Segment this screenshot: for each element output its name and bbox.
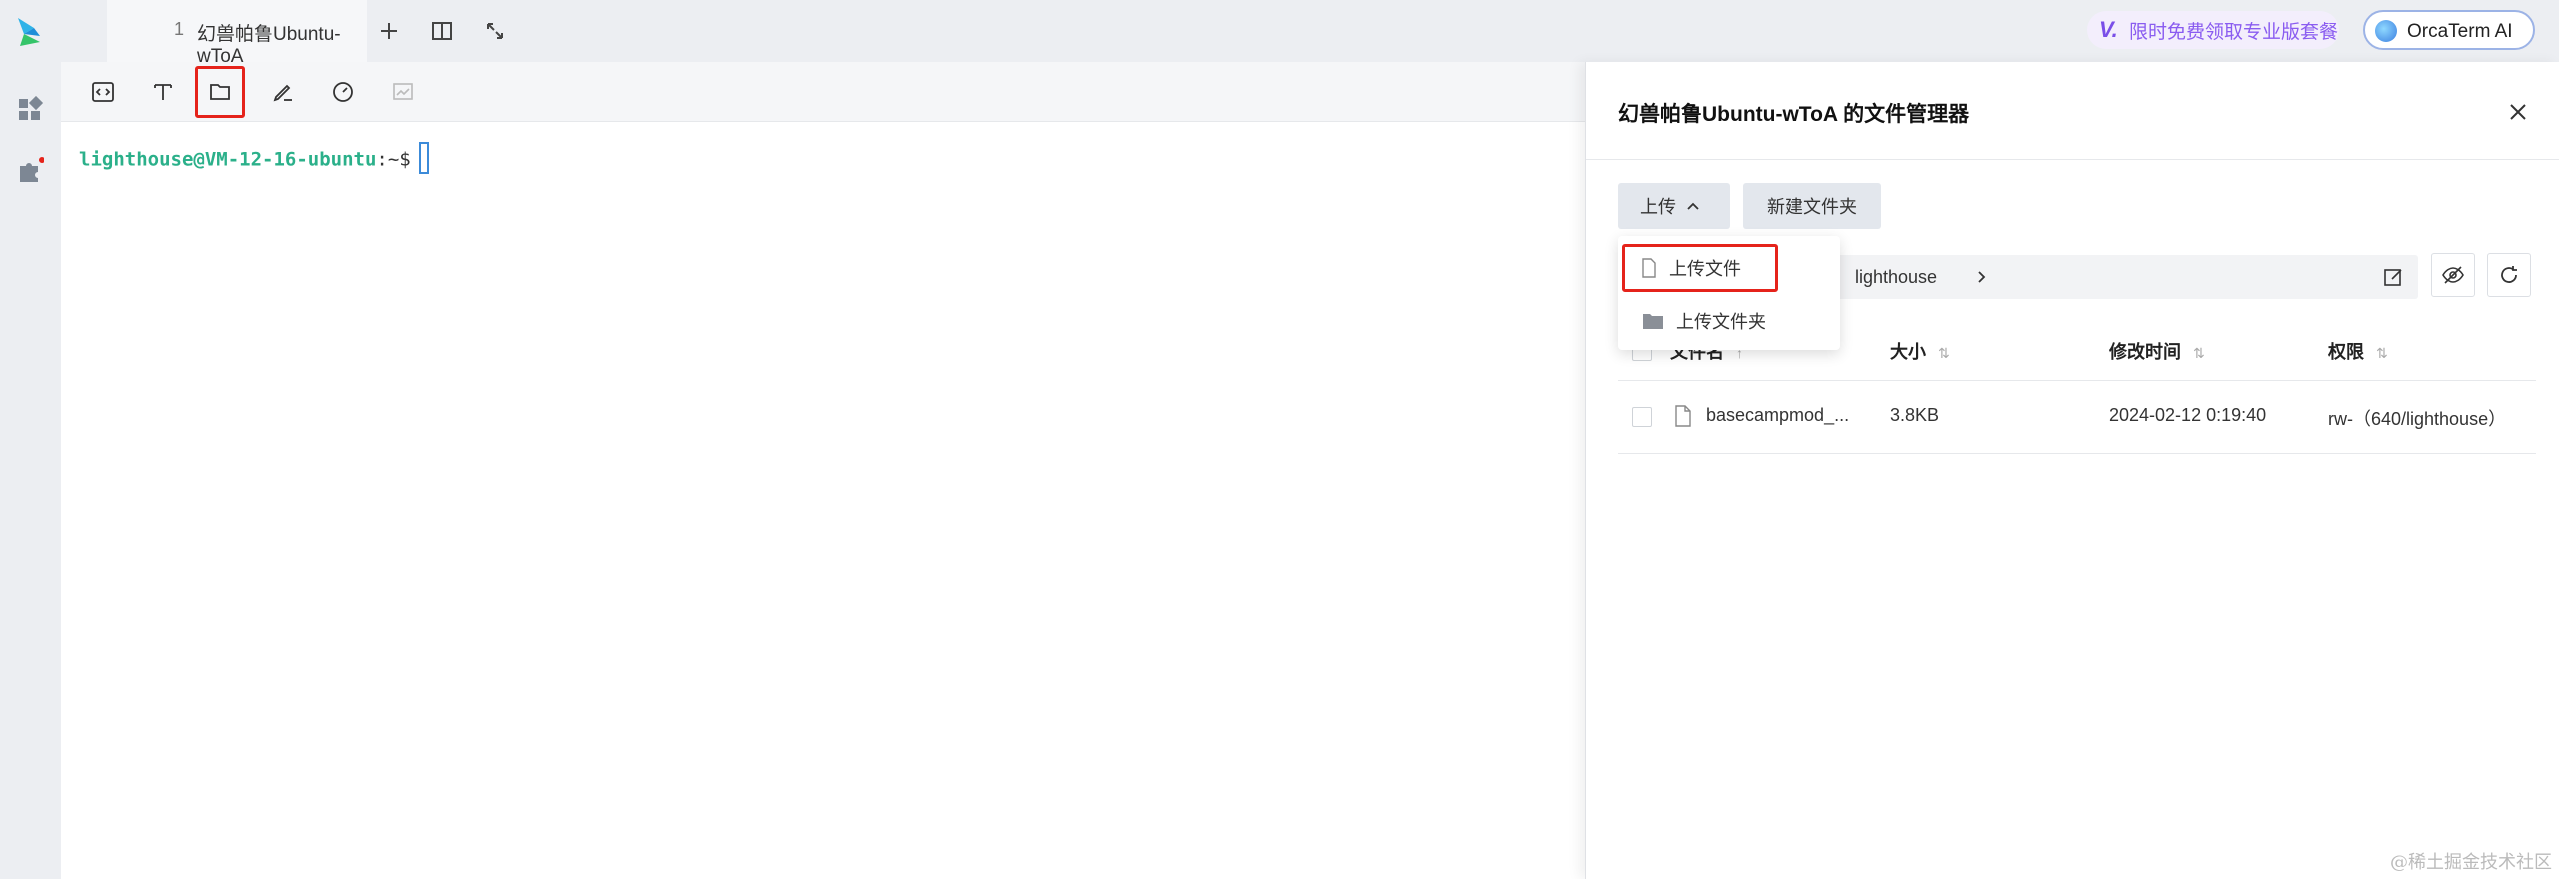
edit-path-icon[interactable] [2383, 266, 2405, 288]
file-size: 3.8KB [1890, 405, 1940, 425]
split-icon [432, 22, 452, 40]
terminal-prompt: lighthouse@VM-12-16-ubuntu:~$ [79, 142, 429, 176]
prompt-user: lighthouse@VM-12-16-ubuntu [79, 148, 377, 171]
monitor-button[interactable] [323, 72, 363, 112]
sort-icon: ⇅ [2376, 345, 2388, 361]
file-icon [1642, 258, 1656, 278]
upload-button[interactable]: 上传 [1618, 183, 1730, 229]
terminal-pane[interactable]: lighthouse@VM-12-16-ubuntu:~$ [61, 62, 1585, 879]
upload-file-option[interactable]: 上传文件 [1622, 244, 1778, 292]
eye-off-icon [2442, 266, 2464, 284]
folder-icon [210, 84, 230, 100]
row-divider [1618, 453, 2536, 454]
upload-label: 上传 [1640, 197, 1676, 217]
promo-text: 限时免费领取专业版套餐 [2129, 21, 2339, 43]
file-modified: 2024-02-12 0:19:40 [2109, 405, 2267, 425]
code-snippet-button[interactable] [83, 72, 123, 112]
refresh-button[interactable] [2487, 253, 2531, 297]
chevron-up-icon [1687, 202, 1699, 210]
column-label: 大小 [1890, 342, 1926, 362]
file-manager-button[interactable] [195, 66, 245, 118]
file-manager-title: 幻兽帕鲁Ubuntu-wToA 的文件管理器 [1618, 103, 1970, 126]
edit-button[interactable] [263, 72, 303, 112]
sort-icon: ⇅ [2193, 345, 2205, 361]
row-checkbox[interactable] [1632, 407, 1652, 427]
refresh-icon [2501, 266, 2517, 283]
tab-session[interactable]: 1 幻兽帕鲁Ubuntu-wToA [107, 0, 367, 67]
file-name[interactable]: basecampmod_... [1706, 405, 1849, 426]
sort-icon: ⇅ [1938, 345, 1950, 361]
close-icon[interactable] [2504, 98, 2532, 126]
chevron-right-icon [1978, 271, 1986, 283]
tab-number: 1 [174, 19, 185, 39]
upload-file-label: 上传文件 [1669, 259, 1741, 279]
dashboard-icon[interactable] [16, 96, 44, 124]
new-folder-button[interactable]: 新建文件夹 [1743, 183, 1881, 229]
left-rail [0, 0, 61, 879]
pencil-icon [273, 84, 292, 102]
text-tool-button[interactable] [143, 72, 183, 112]
expand-icon [487, 23, 503, 39]
column-header-modified[interactable]: 修改时间 ⇅ [2109, 338, 2205, 364]
orcaterm-ai-button[interactable]: OrcaTerm AI [2363, 10, 2535, 50]
chart-icon [393, 83, 413, 100]
top-bar: 1 幻兽帕鲁Ubuntu-wToA V. 限时免费领取专业版套餐 OrcaTer… [61, 0, 2559, 67]
watermark: @稀土掘金技术社区 [2390, 852, 2552, 873]
plugin-icon[interactable] [16, 156, 44, 184]
folder-icon [1643, 314, 1663, 329]
divider [1586, 159, 2559, 160]
gauge-icon [333, 82, 353, 102]
promo-mark: V. [2099, 17, 2118, 42]
table-header-divider [1618, 380, 2536, 381]
file-icon [1675, 405, 1691, 427]
fullscreen-button[interactable] [478, 14, 512, 48]
ai-label: OrcaTerm AI [2407, 21, 2513, 42]
terminal-cursor [418, 142, 429, 174]
upload-folder-option[interactable]: 上传文件夹 [1618, 298, 1840, 344]
plus-icon [381, 23, 397, 39]
new-folder-label: 新建文件夹 [1767, 197, 1857, 217]
ai-orb-icon [2375, 20, 2397, 42]
chart-button [383, 72, 423, 112]
code-icon [92, 82, 114, 102]
upload-folder-label: 上传文件夹 [1676, 312, 1766, 332]
app-logo-icon [18, 18, 40, 46]
split-view-button[interactable] [425, 14, 459, 48]
prompt-path: :~$ [376, 148, 411, 171]
file-manager-panel: 幻兽帕鲁Ubuntu-wToA 的文件管理器 上传 新建文件夹 lighthou… [1585, 62, 2559, 879]
path-text: lighthouse [1855, 267, 1938, 287]
file-permission: rw-（640/lighthouse） [2328, 409, 2507, 429]
tab-title: 幻兽帕鲁Ubuntu-wToA [197, 24, 341, 67]
toggle-hidden-button[interactable] [2431, 253, 2475, 297]
upload-dropdown: 上传文件 上传文件夹 [1618, 236, 1840, 350]
text-icon [154, 84, 172, 100]
new-tab-button[interactable] [372, 14, 406, 48]
terminal-toolbar [61, 62, 1585, 122]
column-header-size[interactable]: 大小 ⇅ [1890, 338, 1950, 364]
column-label: 修改时间 [2109, 342, 2181, 362]
column-header-permission[interactable]: 权限 ⇅ [2328, 338, 2388, 364]
column-label: 权限 [2328, 342, 2364, 362]
promo-banner[interactable]: V. 限时免费领取专业版套餐 [2087, 11, 2339, 49]
app: 1 幻兽帕鲁Ubuntu-wToA V. 限时免费领取专业版套餐 OrcaTer… [0, 0, 2559, 879]
